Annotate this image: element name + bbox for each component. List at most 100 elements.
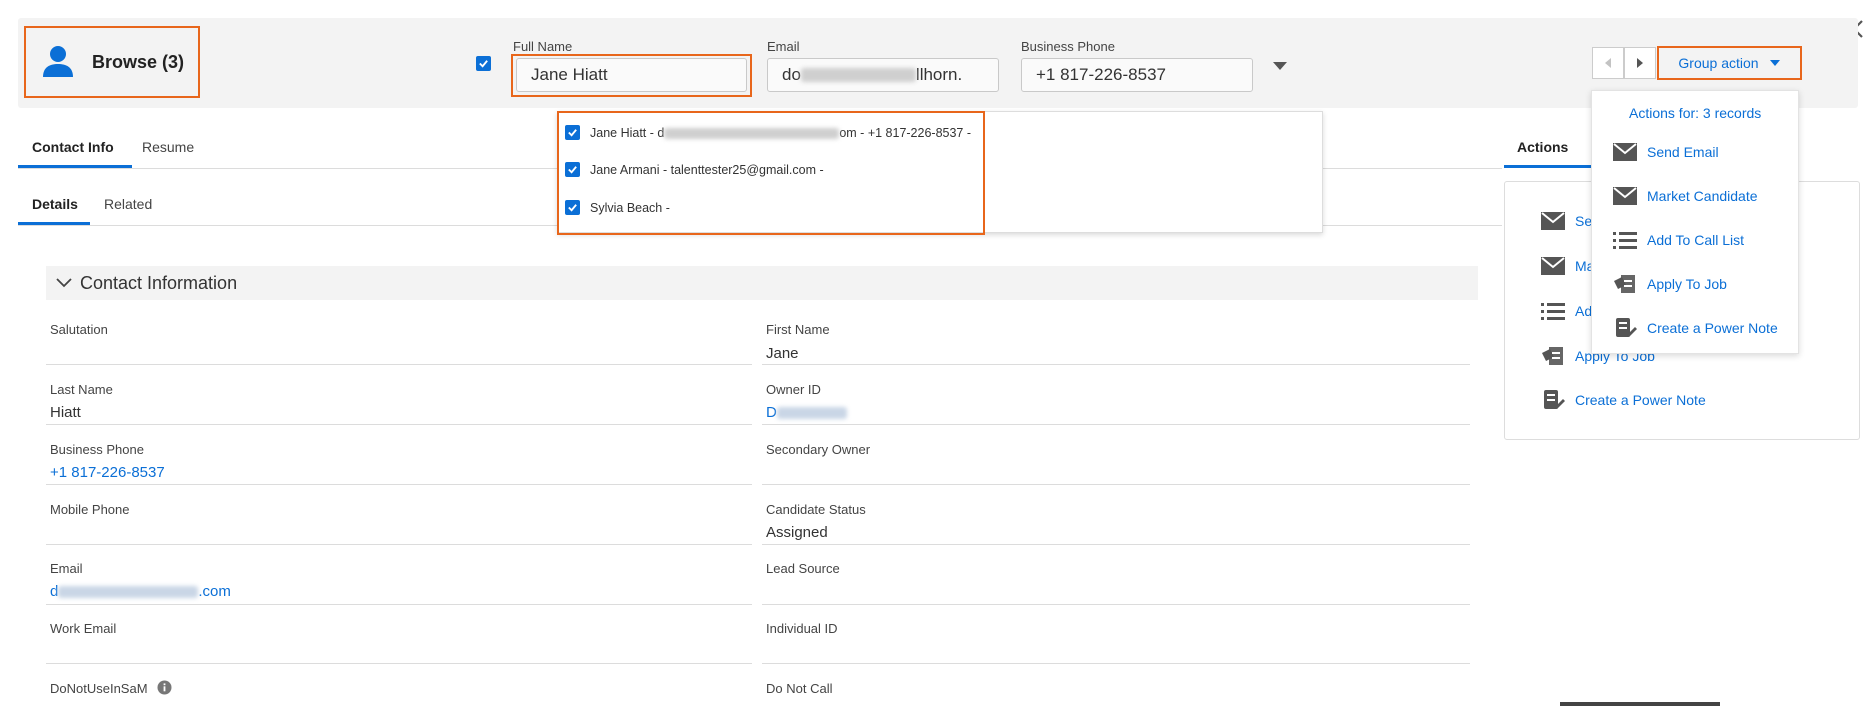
tab-actions[interactable]: Actions	[1517, 139, 1568, 155]
email-input[interactable]: do llhorn.	[767, 58, 999, 92]
email-label: Email	[767, 39, 800, 54]
record-row[interactable]: Sylvia Beach -	[565, 200, 670, 215]
panel-action-label: Create a Power Note	[1575, 392, 1706, 408]
field-label-owner-id: Owner ID	[766, 382, 821, 397]
apply-job-icon	[1614, 275, 1635, 293]
record-row[interactable]: Jane Hiatt - d om - +1 817-226-8537 -	[565, 125, 971, 140]
full-name-input[interactable]: Jane Hiatt	[516, 58, 747, 92]
tab-resume[interactable]: Resume	[142, 139, 194, 155]
menu-item-add-to-call-list[interactable]: Add To Call List	[1613, 231, 1744, 249]
record-text-start: Jane Hiatt - d	[590, 125, 665, 140]
browse-section: Browse (3)	[24, 26, 200, 98]
field-label-candidate-status: Candidate Status	[766, 502, 866, 517]
field-divider	[762, 484, 1470, 485]
field-divider	[46, 424, 752, 425]
record-text: Jane Armani - talenttester25@gmail.com -	[590, 162, 824, 177]
menu-item-apply-to-job[interactable]: Apply To Job	[1613, 273, 1727, 295]
tab-actions-underline	[1504, 165, 1594, 168]
panel-action-market-candidate[interactable]: Ma	[1541, 257, 1594, 275]
select-all-checkbox[interactable]	[476, 56, 491, 71]
info-icon[interactable]	[157, 680, 172, 698]
menu-item-label: Create a Power Note	[1647, 320, 1778, 336]
menu-item-label: Market Candidate	[1647, 188, 1758, 204]
field-label-lead-source: Lead Source	[766, 561, 840, 576]
menu-item-label: Add To Call List	[1647, 232, 1745, 248]
mail-icon	[1613, 143, 1637, 161]
field-divider	[762, 663, 1470, 664]
field-value-email-start: d	[50, 583, 59, 600]
group-action-button[interactable]: Group action	[1657, 46, 1802, 80]
power-note-icon	[1544, 390, 1565, 409]
next-record-button[interactable]	[1624, 47, 1656, 79]
field-label-first-name: First Name	[766, 322, 830, 337]
field-divider	[46, 663, 752, 664]
checkbox-icon[interactable]	[565, 162, 580, 177]
apply-job-icon	[1542, 347, 1563, 365]
panel-action-add-to-call-list[interactable]: Ad	[1541, 302, 1592, 320]
field-label-email: Email	[50, 561, 83, 576]
field-label-business-phone: Business Phone	[50, 442, 144, 457]
field-divider	[46, 604, 752, 605]
field-value-email[interactable]: d .com	[50, 583, 231, 600]
record-text: Sylvia Beach -	[590, 200, 670, 215]
bottom-edge-bar	[1560, 702, 1720, 706]
field-divider	[46, 544, 752, 545]
field-value-last-name: Hiatt	[50, 404, 81, 421]
field-value-owner-id[interactable]: D	[766, 404, 847, 421]
browse-title: Browse (3)	[92, 51, 185, 72]
panel-action-label: Ad	[1575, 303, 1593, 319]
list-icon	[1541, 303, 1565, 320]
list-icon	[1613, 232, 1637, 249]
field-value-email-end: .com	[198, 583, 231, 600]
group-action-label: Group action	[1678, 55, 1759, 71]
field-label-donotuseinsam: DoNotUseInSaM	[50, 681, 148, 696]
redacted-text	[58, 586, 199, 599]
record-text-end: om - +1 817-226-8537 -	[839, 125, 972, 140]
panel-action-send-email[interactable]: Se	[1541, 212, 1592, 230]
email-input-end: llhorn.	[915, 65, 963, 84]
field-label-individual-id: Individual ID	[766, 621, 838, 636]
group-action-menu	[1591, 90, 1799, 354]
field-value-business-phone[interactable]: +1 817-226-8537	[50, 464, 165, 481]
group-action-menu-title: Actions for: 3 records	[1629, 105, 1762, 121]
panel-action-create-power-note[interactable]: Create a Power Note	[1541, 389, 1706, 411]
redacted-text	[800, 68, 916, 82]
prev-icon	[1605, 58, 1611, 68]
menu-item-send-email[interactable]: Send Email	[1613, 143, 1719, 161]
menu-item-create-power-note[interactable]: Create a Power Note	[1613, 317, 1778, 339]
menu-item-label: Apply To Job	[1647, 276, 1727, 292]
redacted-text	[776, 407, 847, 420]
phone-label: Business Phone	[1021, 39, 1115, 54]
section-title: Contact Information	[80, 272, 238, 293]
field-label-secondary-owner: Secondary Owner	[766, 442, 871, 457]
field-label-work-email: Work Email	[50, 621, 117, 636]
dropdown-arrow-icon[interactable]	[1272, 58, 1288, 74]
field-value-first-name: Jane	[766, 345, 799, 362]
email-input-start: do	[782, 65, 801, 84]
checkbox-icon[interactable]	[565, 125, 580, 140]
phone-input[interactable]: +1 817-226-8537	[1021, 58, 1253, 92]
field-label-mobile-phone: Mobile Phone	[50, 502, 130, 517]
contact-information-header[interactable]: Contact Information	[46, 266, 1478, 300]
next-icon	[1637, 58, 1643, 68]
field-divider	[46, 364, 752, 365]
menu-item-market-candidate[interactable]: Market Candidate	[1613, 187, 1758, 205]
field-divider	[762, 424, 1470, 425]
chevron-down-icon	[1769, 60, 1780, 66]
field-value-owner-id-start: D	[766, 404, 777, 421]
mail-icon	[1541, 212, 1565, 230]
field-divider	[46, 484, 752, 485]
field-label-do-not-call: Do Not Call	[766, 681, 833, 696]
checkbox-icon[interactable]	[565, 200, 580, 215]
tab-contact-info[interactable]: Contact Info	[32, 139, 114, 155]
prev-record-button[interactable]	[1592, 47, 1624, 79]
field-label-salutation: Salutation	[50, 322, 108, 337]
redacted-text	[664, 127, 840, 139]
field-divider	[762, 544, 1470, 545]
chevron-down-icon	[56, 278, 72, 288]
menu-item-label: Send Email	[1647, 144, 1719, 160]
tab-related[interactable]: Related	[104, 196, 152, 212]
tab-details[interactable]: Details	[32, 196, 78, 212]
record-row[interactable]: Jane Armani - talenttester25@gmail.com -	[565, 162, 824, 177]
panel-action-label: Se	[1575, 213, 1593, 229]
